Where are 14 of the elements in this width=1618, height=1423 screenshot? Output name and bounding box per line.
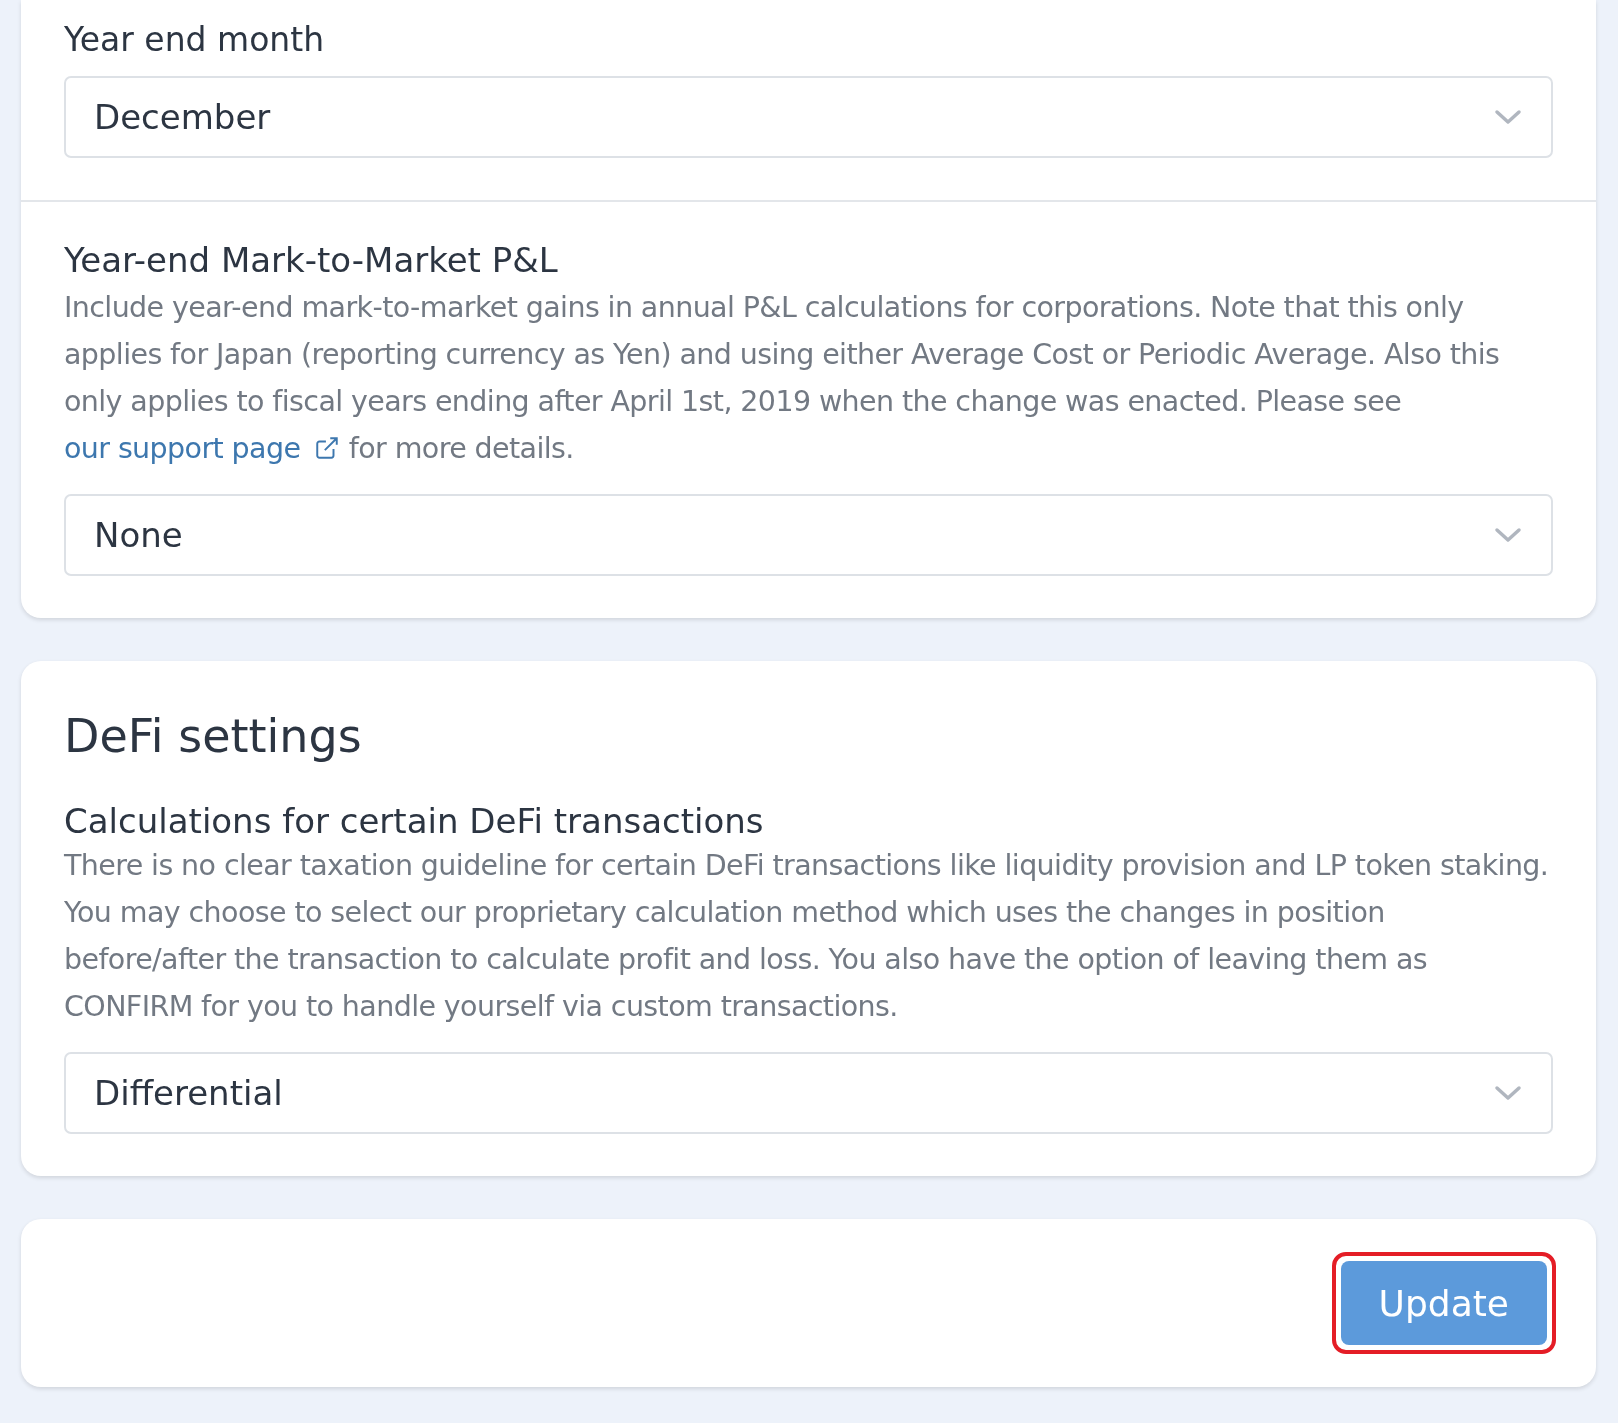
chevron-down-icon — [1493, 1084, 1523, 1103]
section-heading: Year-end Mark-to-Market P&L — [64, 239, 559, 281]
field-label: Year end month — [64, 20, 326, 60]
support-link[interactable]: our support page — [64, 432, 341, 466]
dropdown-select[interactable]: None — [64, 494, 1553, 577]
chevron-down-icon — [1493, 107, 1523, 126]
description-text: Include year-end mark-to-market gains in annual P&L calculations for corporations. Note that this only applies for Japan (reporting currency as Yen) and using either Average Cost or Periodic Average. Also this only applies to fiscal years ending after April 1st, 2019 when the change was enacted. Please see our support page for more details. — [64, 290, 1501, 468]
dropdown-select[interactable]: December — [64, 75, 1553, 158]
dropdown-select[interactable]: Differential — [64, 1052, 1553, 1135]
section-heading: Calculations for certain DeFi transactions — [64, 801, 765, 843]
external-link-icon — [314, 435, 341, 462]
chevron-down-icon — [1493, 526, 1523, 545]
card-title: DeFi settings — [63, 708, 363, 764]
description-text: There is no clear taxation guideline for certain DeFi transactions like liquidity provision and LP token staking. You may choose to select our proprietary calculation method which uses the changes in position before/after the transaction to calculate profit and loss. You also have the option of leaving them as CONFIRM for you to handle yourself via custom transactions. — [64, 848, 1550, 1026]
